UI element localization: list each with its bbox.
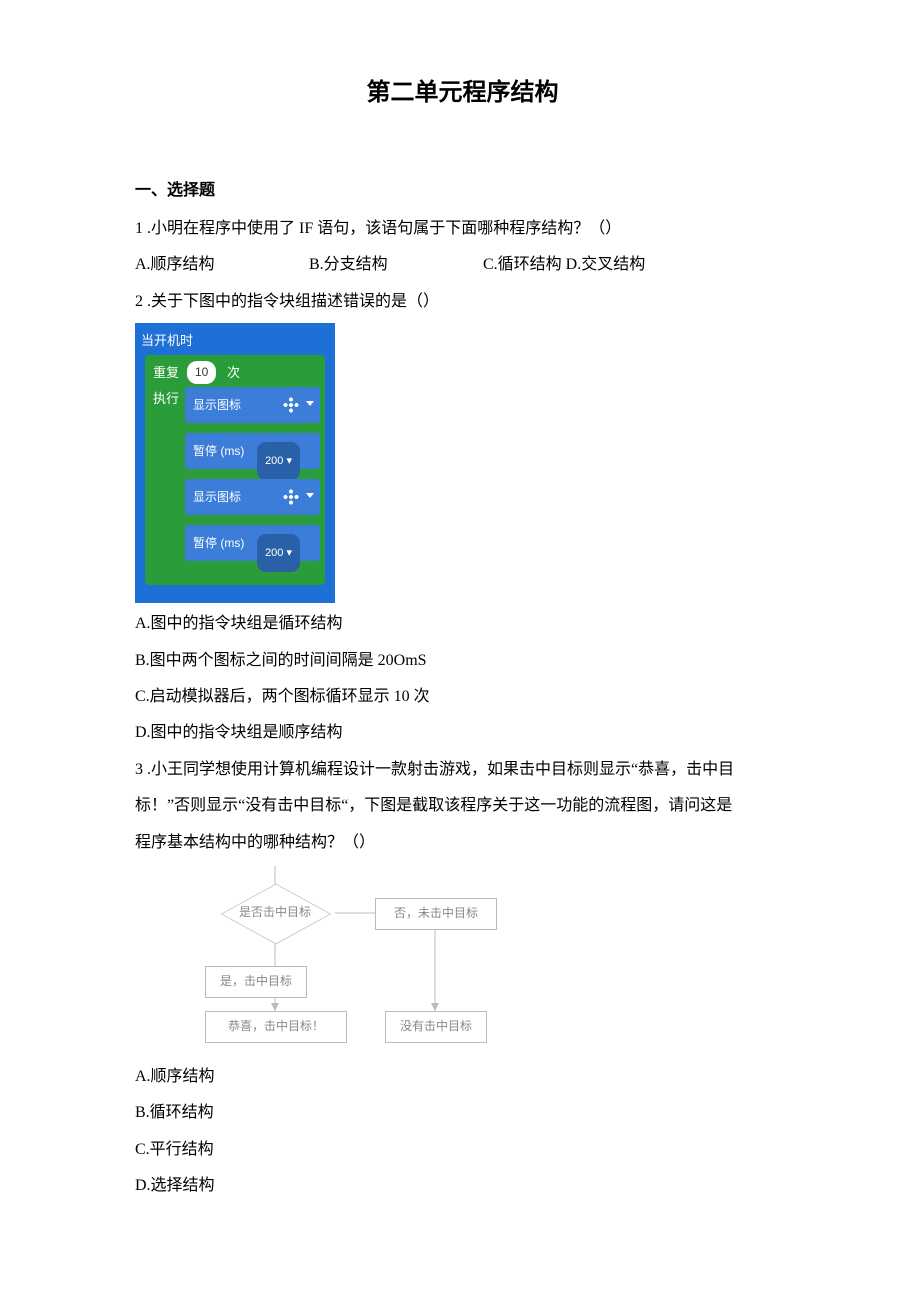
flow-no-box: 没有击中目标 [385,1011,487,1043]
blk-exec: 执行 [153,387,179,412]
blk-pause-2: 暂停 (ms) 200 ▾ [185,525,320,561]
flowchart-figure: 是否击中目标 否，未击中目标 是，击中目标 恭喜，击中目标！ 没有击中目标 [175,866,515,1056]
dropdown-icon [306,401,314,406]
flow-condition: 是否击中目标 [215,886,335,940]
q3-line3: 程序基本结构中的哪种结构？（） [135,828,790,858]
blk-pause-2-label: 暂停 (ms) [193,536,244,550]
blk-ci: 次 [227,361,240,386]
blk-pause-2-value: 200 ▾ [257,534,300,572]
heart-icon [282,396,300,414]
flow-no-label-text: 否，未击中目标 [394,902,478,925]
q1-options: A.顺序结构 B.分支结构 C.循环结构 D.交叉结构 [135,250,790,280]
q3-opt-c: C.平行结构 [135,1135,790,1165]
q1-opt-cd: C.循环结构 D.交叉结构 [483,250,645,280]
q2-opt-b: B.图中两个图标之间的时间间隔是 20OmS [135,646,790,676]
blk-count: 10 [187,361,216,384]
blk-pause-1-value: 200 ▾ [257,442,300,480]
q3-opt-a: A.顺序结构 [135,1062,790,1092]
dropdown-icon [306,493,314,498]
q2-opt-c: C.启动模拟器后，两个图标循环显示 10 次 [135,682,790,712]
blk-start: 当开机时 [141,329,193,354]
page-title: 第二单元程序结构 [135,70,790,116]
q2-opt-a: A.图中的指令块组是循环结构 [135,609,790,639]
blk-pause-1-label: 暂停 (ms) [193,444,244,458]
q1-opt-b: B.分支结构 [309,250,479,280]
flow-yes-label: 是，击中目标 [205,966,307,998]
q2-opt-d: D.图中的指令块组是顺序结构 [135,718,790,748]
small-heart-icon [282,488,300,506]
blk-show-icon-1: 显示图标 [185,387,320,423]
blk-show-icon-1-label: 显示图标 [193,398,241,412]
q2-text: 2 .关于下图中的指令块组描述错误的是（） [135,287,790,317]
flow-no-label: 否，未击中目标 [375,898,497,930]
q3-line1: 3 .小王同学想使用计算机编程设计一款射击游戏，如果击中目标则显示“恭喜，击中目 [135,755,790,785]
flow-yes-label-text: 是，击中目标 [220,970,292,993]
flow-condition-label: 是否击中目标 [239,901,311,924]
q3-opt-d: D.选择结构 [135,1171,790,1201]
blk-repeat: 重复 [153,361,179,386]
q1-text: 1 .小明在程序中使用了 IF 语句，该语句属于下面哪种程序结构？（） [135,214,790,244]
q3-opt-b: B.循环结构 [135,1098,790,1128]
blk-show-icon-2: 显示图标 [185,479,320,515]
code-block-figure: 当开机时 重复 10 次 执行 显示图标 暂停 (ms) 200 ▾ 显示图标 [135,323,335,603]
flow-yes-box: 恭喜，击中目标！ [205,1011,347,1043]
blk-pause-1: 暂停 (ms) 200 ▾ [185,433,320,469]
blk-show-icon-2-label: 显示图标 [193,490,241,504]
flow-no-box-text: 没有击中目标 [400,1015,472,1038]
q1-opt-a: A.顺序结构 [135,250,305,280]
section-heading: 一、选择题 [135,176,790,206]
q3-line2: 标！”否则显示“没有击中目标“，下图是截取该程序关于这一功能的流程图，请问这是 [135,791,790,821]
flow-yes-box-text: 恭喜，击中目标！ [228,1015,324,1038]
